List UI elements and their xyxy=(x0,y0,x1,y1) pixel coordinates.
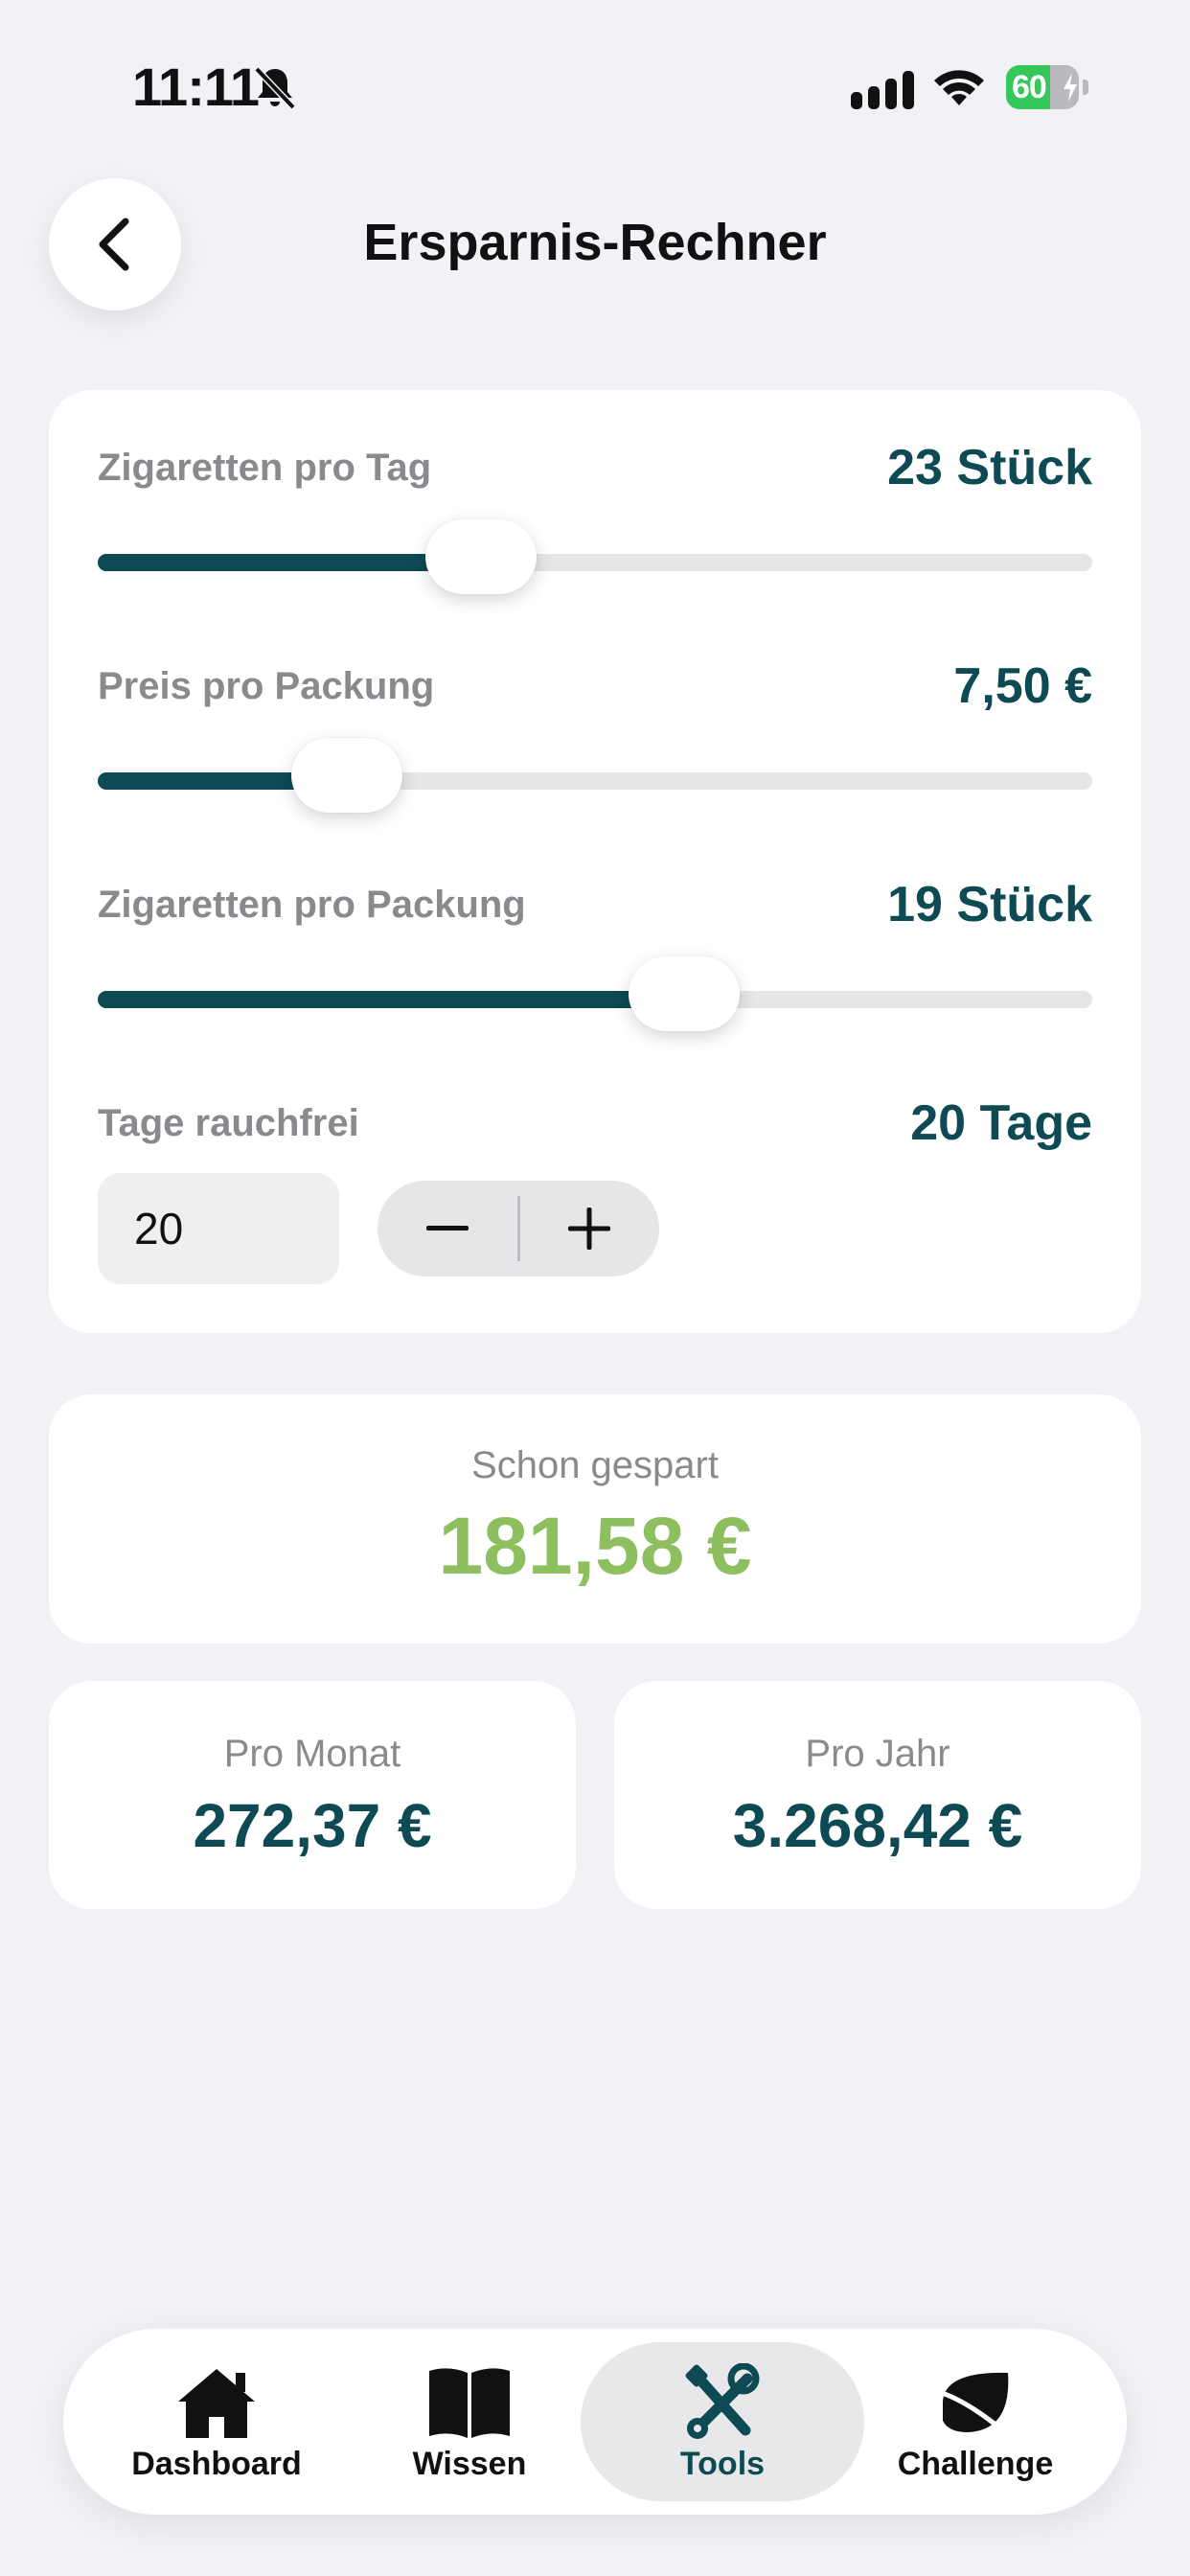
tab-dashboard[interactable]: Dashboard xyxy=(92,2329,341,2515)
per-year-value: 3.268,42 € xyxy=(732,1791,1023,1860)
tools-icon xyxy=(685,2363,760,2439)
already-saved-card: Schon gespart 181,58 € xyxy=(49,1394,1141,1644)
cigarettes-per-day-value: 23 Stück xyxy=(887,440,1092,495)
cigarettes-per-pack-label: Zigaretten pro Packung xyxy=(98,884,526,926)
tab-tools[interactable]: Tools xyxy=(598,2329,847,2515)
days-smoke-free-label: Tage rauchfrei xyxy=(98,1102,359,1144)
already-saved-label: Schon gespart xyxy=(471,1444,719,1486)
slider-thumb[interactable] xyxy=(424,519,537,594)
days-smoke-free-input[interactable] xyxy=(98,1173,339,1284)
slider-thumb[interactable] xyxy=(290,738,402,813)
slider-thumb[interactable] xyxy=(629,956,741,1031)
per-month-value: 272,37 € xyxy=(193,1791,432,1860)
tab-label: Wissen xyxy=(412,2446,527,2482)
page-title: Ersparnis-Rechner xyxy=(363,214,827,271)
bell-slash-icon xyxy=(254,66,296,110)
book-icon xyxy=(429,2368,510,2438)
days-stepper xyxy=(378,1181,659,1276)
house-icon xyxy=(178,2369,255,2438)
tab-challenge[interactable]: Challenge xyxy=(851,2329,1100,2515)
cigarettes-per-pack-slider[interactable] xyxy=(98,956,1092,1031)
plus-icon xyxy=(568,1208,610,1250)
decrement-button[interactable] xyxy=(378,1181,517,1276)
status-time: 11:11 xyxy=(132,57,260,117)
battery-percentage: 60 xyxy=(1012,69,1047,105)
tab-label: Dashboard xyxy=(131,2446,302,2482)
leaf-icon xyxy=(936,2372,1015,2441)
tab-bar: Dashboard Wissen Tools Challenge xyxy=(63,2329,1127,2515)
price-per-pack-value: 7,50 € xyxy=(953,658,1092,714)
cellular-signal-icon xyxy=(851,71,914,109)
cigarettes-per-day-label: Zigaretten pro Tag xyxy=(98,447,432,489)
battery-indicator: 60 xyxy=(1006,65,1088,109)
tab-wissen[interactable]: Wissen xyxy=(345,2329,594,2515)
charging-bolt-icon xyxy=(1064,73,1077,102)
days-smoke-free-value: 20 Tage xyxy=(910,1095,1092,1151)
per-month-label: Pro Monat xyxy=(223,1733,401,1775)
wifi-icon xyxy=(934,70,984,105)
price-per-pack-slider[interactable] xyxy=(98,738,1092,813)
cigarettes-per-pack-value: 19 Stück xyxy=(887,877,1092,932)
per-month-card: Pro Monat 272,37 € xyxy=(49,1681,576,1909)
tab-label: Challenge xyxy=(897,2446,1054,2482)
per-year-label: Pro Jahr xyxy=(805,1733,950,1775)
already-saved-value: 181,58 € xyxy=(438,1501,752,1591)
price-per-pack-label: Preis pro Packung xyxy=(98,665,435,707)
increment-button[interactable] xyxy=(519,1181,659,1276)
cigarettes-per-day-slider[interactable] xyxy=(98,519,1092,594)
minus-icon xyxy=(426,1226,469,1230)
tab-label: Tools xyxy=(679,2446,766,2482)
per-year-card: Pro Jahr 3.268,42 € xyxy=(614,1681,1141,1909)
